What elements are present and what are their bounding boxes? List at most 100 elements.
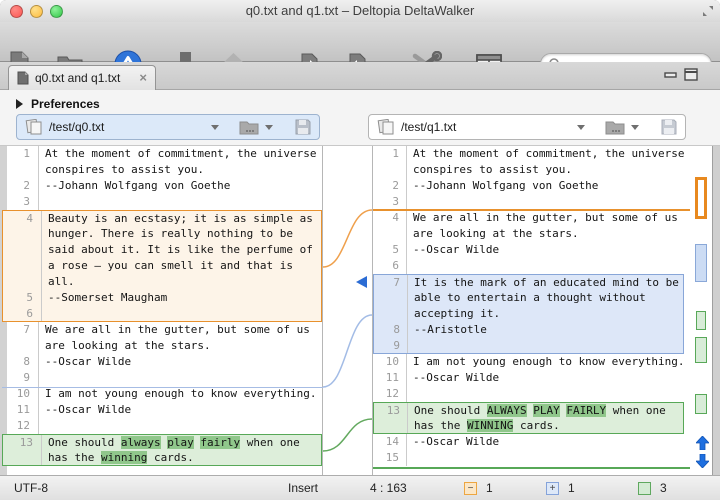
code-line[interactable]: 10I am not young enough to know everythi…: [373, 354, 690, 370]
scroll-up-arrow-icon[interactable]: [696, 436, 709, 450]
code-line[interactable]: 11--Oscar Wilde: [0, 402, 322, 418]
line-text: --Oscar Wilde: [38, 354, 322, 370]
code-line[interactable]: a rose – you can smell it and that is: [2, 258, 322, 274]
insertion-position-line: [2, 387, 323, 388]
code-line[interactable]: 15: [373, 450, 690, 466]
code-line[interactable]: 7It is the mark of an educated mind to b…: [373, 274, 684, 290]
tab-close-icon[interactable]: ×: [139, 72, 147, 84]
disclosure-triangle-icon: [16, 99, 23, 109]
code-line[interactable]: 1At the moment of commitment, the univer…: [373, 146, 690, 162]
code-line[interactable]: 6: [373, 258, 690, 274]
save-icon[interactable]: [661, 119, 677, 135]
chevron-down-icon[interactable]: [211, 125, 219, 130]
code-line[interactable]: 12: [0, 418, 322, 434]
connector-gutter: [323, 146, 372, 476]
minimize-window-button[interactable]: [30, 5, 43, 18]
code-line[interactable]: 3: [373, 194, 690, 210]
line-number: [3, 450, 41, 465]
line-text: --Johann Wolfgang von Goethe: [38, 178, 322, 194]
tab-q0-and-q1[interactable]: q0.txt and q1.txt ×: [8, 65, 156, 90]
code-line[interactable]: 5--Somerset Maugham: [2, 290, 322, 306]
chevron-down-icon[interactable]: [631, 125, 639, 130]
line-text: conspires to assist you.: [38, 162, 322, 178]
line-text: [406, 386, 690, 402]
code-line[interactable]: able to entertain a thought without: [373, 290, 684, 306]
line-text: a rose – you can smell it and that is: [41, 258, 321, 274]
code-line[interactable]: 5--Oscar Wilde: [373, 242, 690, 258]
right-file-path-field[interactable]: /test/q1.txt: [368, 114, 686, 140]
code-line[interactable]: 8--Aristotle: [373, 322, 684, 338]
code-line[interactable]: 9: [0, 370, 322, 386]
code-line[interactable]: 8--Oscar Wilde: [0, 354, 322, 370]
line-number: 10: [373, 354, 406, 370]
overview-mark-changed-2[interactable]: [695, 337, 707, 363]
line-text: [38, 194, 322, 210]
line-number: 4: [373, 210, 406, 226]
line-text: accepting it.: [407, 306, 683, 322]
line-number: 12: [373, 386, 406, 402]
chevron-down-icon[interactable]: [265, 125, 273, 130]
code-line[interactable]: has the WINNING cards.: [373, 418, 684, 434]
code-line[interactable]: 10I am not young enough to know everythi…: [0, 386, 322, 402]
code-line[interactable]: are looking at the stars.: [0, 338, 322, 354]
overview-mark-changed-1[interactable]: [696, 311, 706, 330]
code-line[interactable]: accepting it.: [373, 306, 684, 322]
code-line[interactable]: 12: [373, 386, 690, 402]
line-number: 3: [373, 194, 406, 210]
browse-folder-icon[interactable]: [605, 119, 625, 135]
maximize-view-icon[interactable]: [684, 68, 698, 81]
code-line[interactable]: all.: [2, 274, 322, 290]
code-line[interactable]: conspires to assist you.: [373, 162, 690, 178]
line-text: At the moment of commitment, the univers…: [406, 146, 690, 162]
line-number: [373, 226, 406, 242]
line-text: --Oscar Wilde: [406, 370, 690, 386]
line-text: Beauty is an ecstasy; it is as simple as: [41, 211, 321, 226]
line-text: conspires to assist you.: [406, 162, 690, 178]
preferences-disclosure[interactable]: Preferences: [16, 97, 100, 111]
code-line[interactable]: 4Beauty is an ecstasy; it is as simple a…: [2, 210, 322, 226]
scroll-down-arrow-icon[interactable]: [696, 454, 709, 468]
inserted-legend-icon: +: [546, 482, 559, 495]
code-line[interactable]: 2--Johann Wolfgang von Goethe: [373, 178, 690, 194]
code-line[interactable]: has the winning cards.: [2, 450, 322, 466]
line-number: 13: [3, 435, 41, 450]
overview-mark-deleted[interactable]: [695, 177, 707, 219]
line-number: [0, 162, 38, 178]
window-title: q0.txt and q1.txt – Deltopia DeltaWalker: [80, 3, 640, 18]
line-text: I am not young enough to know everything…: [38, 386, 322, 402]
line-text: are looking at the stars.: [38, 338, 322, 354]
browse-folder-icon[interactable]: [239, 119, 259, 135]
code-line[interactable]: 13One should always play fairly when one: [2, 434, 322, 450]
fullscreen-icon[interactable]: [702, 5, 714, 17]
save-icon[interactable]: [295, 119, 311, 135]
code-line[interactable]: 14--Oscar Wilde: [373, 434, 690, 450]
code-line[interactable]: 7We are all in the gutter, but some of u…: [0, 322, 322, 338]
encoding-indicator: UTF-8: [14, 476, 48, 500]
left-file-path-field[interactable]: /test/q0.txt: [16, 114, 320, 140]
app-window: q0.txt and q1.txt – Deltopia DeltaWalker: [0, 0, 720, 500]
code-line[interactable]: 3: [0, 194, 322, 210]
line-number: [374, 306, 407, 322]
zoom-window-button[interactable]: [50, 5, 63, 18]
close-window-button[interactable]: [10, 5, 23, 18]
line-number: [374, 418, 407, 433]
code-line[interactable]: 13One should ALWAYS PLAY FAIRLY when one: [373, 402, 684, 418]
code-line[interactable]: are looking at the stars.: [373, 226, 690, 242]
caret-position-indicator: 4 : 163: [370, 476, 407, 500]
overview-mark-changed-3[interactable]: [695, 394, 707, 414]
minimize-view-icon[interactable]: [664, 70, 678, 80]
code-line[interactable]: 4We are all in the gutter, but some of u…: [373, 210, 690, 226]
code-line[interactable]: said about it. It is like the perfume of: [2, 242, 322, 258]
code-line[interactable]: hunger. There is really nothing to be: [2, 226, 322, 242]
code-line[interactable]: 11--Oscar Wilde: [373, 370, 690, 386]
code-line[interactable]: 2--Johann Wolfgang von Goethe: [0, 178, 322, 194]
code-line[interactable]: conspires to assist you.: [0, 162, 322, 178]
code-line[interactable]: 9: [373, 338, 684, 354]
chevron-down-icon[interactable]: [577, 125, 585, 130]
line-number: 1: [373, 146, 406, 162]
code-line[interactable]: 6: [2, 306, 322, 322]
code-line[interactable]: 1At the moment of commitment, the univer…: [0, 146, 322, 162]
line-text: hunger. There is really nothing to be: [41, 226, 321, 242]
changed-block-connector: [323, 419, 372, 451]
overview-mark-inserted[interactable]: [695, 244, 707, 282]
